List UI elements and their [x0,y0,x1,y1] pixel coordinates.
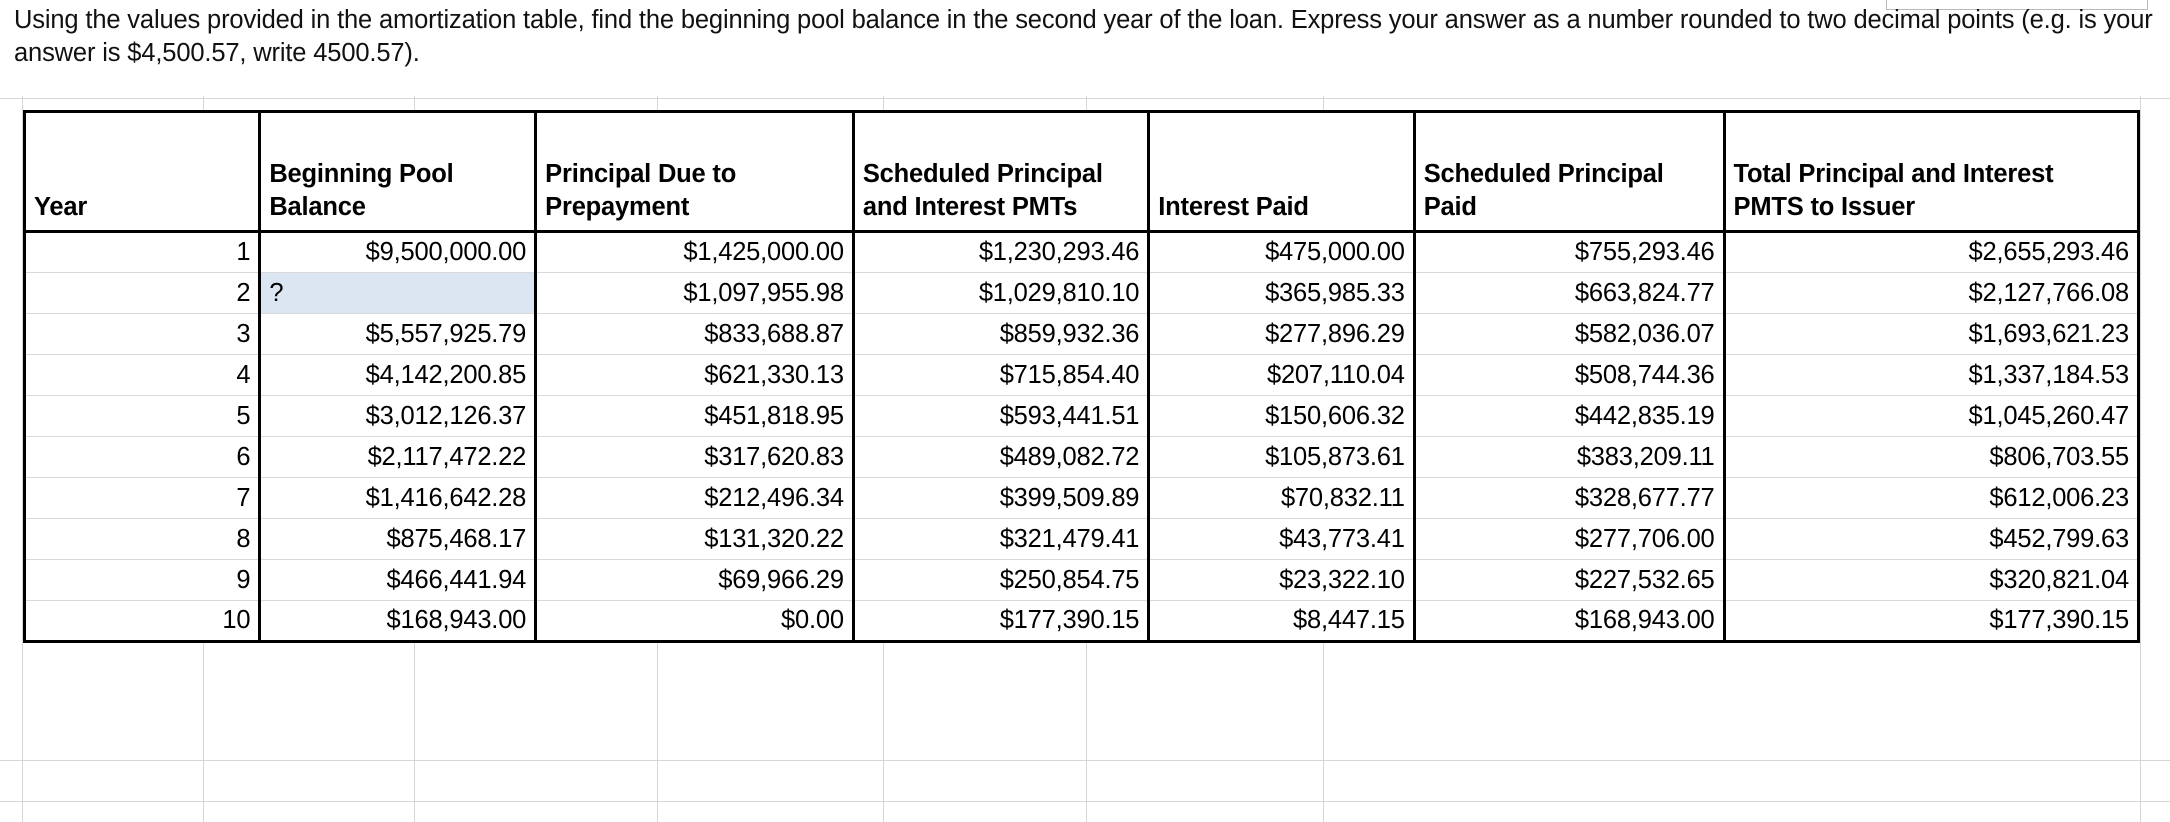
column-header-principal-due-to-prepayment: Principal Due to Prepayment [534,110,855,233]
cell-interest-paid: $150,606.32 [1147,395,1416,437]
cell-scheduled-pi-pmts: $1,230,293.46 [851,231,1151,273]
cell-year: 2 [22,272,262,314]
cell-principal-due-to-prepayment: $317,620.83 [534,436,855,478]
cell-scheduled-pi-pmts: $593,441.51 [851,395,1151,437]
cell-principal-due-to-prepayment: $0.00 [534,600,855,643]
table-header-row: Year Beginning Pool Balance Principal Du… [22,110,2141,233]
cell-scheduled-principal-paid: $442,835.19 [1412,395,1726,437]
cell-year: 6 [22,436,262,478]
cell-beginning-pool-balance: $466,441.94 [258,559,538,601]
table-row: 2 ? $1,097,955.98 $1,029,810.10 $365,985… [22,272,2141,314]
cell-beginning-pool-balance: $9,500,000.00 [258,231,538,273]
cell-scheduled-principal-paid: $508,744.36 [1412,354,1726,396]
cell-year: 5 [22,395,262,437]
cell-scheduled-principal-paid: $277,706.00 [1412,518,1726,560]
cell-beginning-pool-balance: $1,416,642.28 [258,477,538,519]
cell-year: 4 [22,354,262,396]
table-row: 7 $1,416,642.28 $212,496.34 $399,509.89 … [22,477,2141,519]
cell-total-pi-pmts-to-issuer: $806,703.55 [1722,436,2141,478]
cell-interest-paid: $105,873.61 [1147,436,1416,478]
cell-principal-due-to-prepayment: $212,496.34 [534,477,855,519]
cell-scheduled-principal-paid: $383,209.11 [1412,436,1726,478]
cell-scheduled-principal-paid: $328,677.77 [1412,477,1726,519]
cell-scheduled-pi-pmts: $489,082.72 [851,436,1151,478]
cell-principal-due-to-prepayment: $621,330.13 [534,354,855,396]
cell-scheduled-principal-paid: $663,824.77 [1412,272,1726,314]
cell-principal-due-to-prepayment: $833,688.87 [534,313,855,355]
cell-scheduled-pi-pmts: $399,509.89 [851,477,1151,519]
cell-interest-paid: $8,447.15 [1147,600,1416,643]
question-prompt: Using the values provided in the amortiz… [14,6,2153,68]
cell-beginning-pool-balance-missing[interactable]: ? [258,272,538,314]
cell-total-pi-pmts-to-issuer: $177,390.15 [1722,600,2141,643]
table-row: 5 $3,012,126.37 $451,818.95 $593,441.51 … [22,395,2141,437]
cell-scheduled-pi-pmts: $1,029,810.10 [851,272,1151,314]
cell-scheduled-pi-pmts: $177,390.15 [851,600,1151,643]
cell-year: 1 [22,231,262,273]
cell-year: 3 [22,313,262,355]
cell-total-pi-pmts-to-issuer: $452,799.63 [1722,518,2141,560]
column-header-total-principal-and-interest-pmts-to-issuer: Total Principal and Interest PMTS to Iss… [1722,110,2141,233]
cell-principal-due-to-prepayment: $1,097,955.98 [534,272,855,314]
column-header-interest-paid: Interest Paid [1147,110,1416,233]
table-row: 4 $4,142,200.85 $621,330.13 $715,854.40 … [22,354,2141,396]
cell-scheduled-principal-paid: $582,036.07 [1412,313,1726,355]
cell-beginning-pool-balance: $5,557,925.79 [258,313,538,355]
cell-interest-paid: $475,000.00 [1147,231,1416,273]
table-row: 3 $5,557,925.79 $833,688.87 $859,932.36 … [22,313,2141,355]
cell-scheduled-pi-pmts: $321,479.41 [851,518,1151,560]
cell-total-pi-pmts-to-issuer: $1,045,260.47 [1722,395,2141,437]
cell-interest-paid: $277,896.29 [1147,313,1416,355]
cell-beginning-pool-balance: $4,142,200.85 [258,354,538,396]
cell-total-pi-pmts-to-issuer: $1,337,184.53 [1722,354,2141,396]
cell-year: 10 [22,600,262,643]
cell-scheduled-pi-pmts: $859,932.36 [851,313,1151,355]
cell-principal-due-to-prepayment: $451,818.95 [534,395,855,437]
cell-scheduled-principal-paid: $755,293.46 [1412,231,1726,273]
cell-total-pi-pmts-to-issuer: $2,655,293.46 [1722,231,2141,273]
table-row: 9 $466,441.94 $69,966.29 $250,854.75 $23… [22,559,2141,601]
cell-beginning-pool-balance: $875,468.17 [258,518,538,560]
column-header-beginning-pool-balance: Beginning Pool Balance [258,110,538,233]
cell-year: 8 [22,518,262,560]
cell-scheduled-principal-paid: $168,943.00 [1412,600,1726,643]
cell-principal-due-to-prepayment: $131,320.22 [534,518,855,560]
cell-interest-paid: $43,773.41 [1147,518,1416,560]
cell-total-pi-pmts-to-issuer: $2,127,766.08 [1722,272,2141,314]
column-header-scheduled-principal-and-interest-pmts: Scheduled Principal and Interest PMTs [851,110,1151,233]
table-row: 10 $168,943.00 $0.00 $177,390.15 $8,447.… [22,600,2141,643]
table-row: 6 $2,117,472.22 $317,620.83 $489,082.72 … [22,436,2141,478]
table-row: 1 $9,500,000.00 $1,425,000.00 $1,230,293… [22,231,2141,273]
cell-interest-paid: $23,322.10 [1147,559,1416,601]
table-row: 8 $875,468.17 $131,320.22 $321,479.41 $4… [22,518,2141,560]
cell-principal-due-to-prepayment: $1,425,000.00 [534,231,855,273]
cell-scheduled-principal-paid: $227,532.65 [1412,559,1726,601]
cell-interest-paid: $365,985.33 [1147,272,1416,314]
cell-beginning-pool-balance: $2,117,472.22 [258,436,538,478]
cell-total-pi-pmts-to-issuer: $612,006.23 [1722,477,2141,519]
cell-scheduled-pi-pmts: $250,854.75 [851,559,1151,601]
cell-year: 9 [22,559,262,601]
cell-interest-paid: $70,832.11 [1147,477,1416,519]
cell-scheduled-pi-pmts: $715,854.40 [851,354,1151,396]
cell-principal-due-to-prepayment: $69,966.29 [534,559,855,601]
cell-total-pi-pmts-to-issuer: $320,821.04 [1722,559,2141,601]
amortization-table-container: Year Beginning Pool Balance Principal Du… [22,110,2141,643]
cell-beginning-pool-balance: $168,943.00 [258,600,538,643]
cell-interest-paid: $207,110.04 [1147,354,1416,396]
cell-beginning-pool-balance: $3,012,126.37 [258,395,538,437]
cell-total-pi-pmts-to-issuer: $1,693,621.23 [1722,313,2141,355]
column-header-scheduled-principal-paid: Scheduled Principal Paid [1412,110,1726,233]
amortization-table: Year Beginning Pool Balance Principal Du… [22,110,2141,643]
column-header-year: Year [22,110,262,233]
cell-year: 7 [22,477,262,519]
